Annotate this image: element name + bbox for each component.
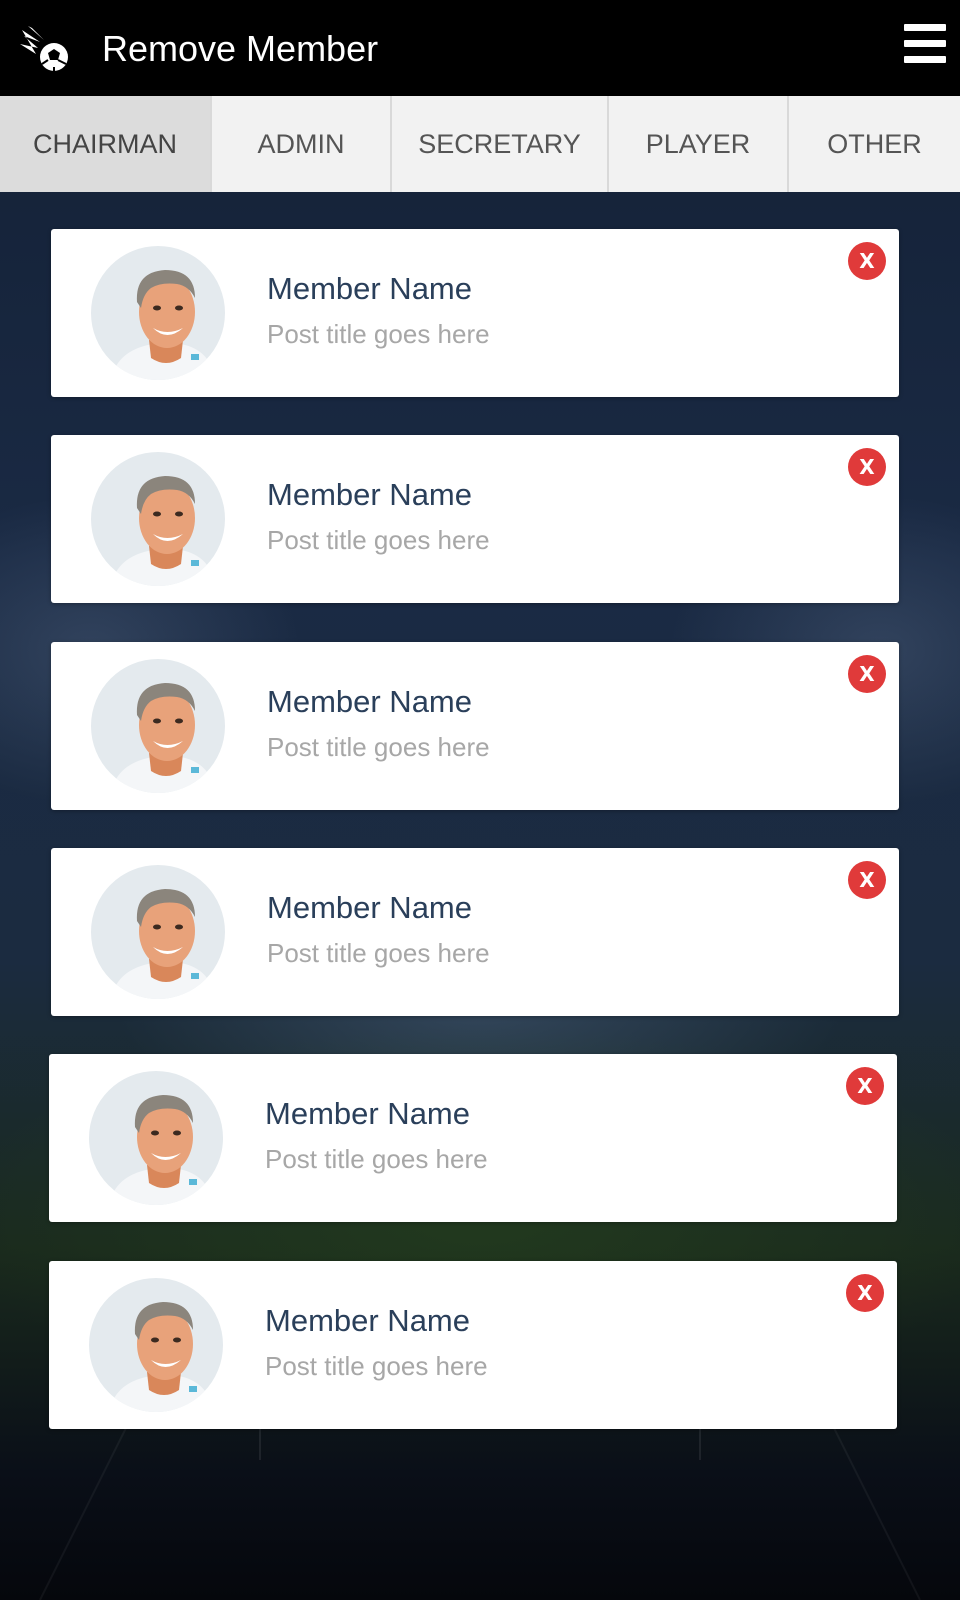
- member-portrait: [91, 659, 225, 793]
- remove-member-button[interactable]: X: [848, 861, 886, 899]
- tab-chairman[interactable]: CHAIRMAN: [0, 96, 212, 192]
- member-card: Member Name Post title goes here X: [49, 1261, 897, 1429]
- member-card: Member Name Post title goes here X: [49, 1054, 897, 1222]
- tab-other[interactable]: OTHER: [789, 96, 960, 192]
- member-name: Member Name: [267, 477, 472, 512]
- member-name: Member Name: [265, 1303, 470, 1338]
- member-portrait: [91, 452, 225, 586]
- remove-member-button[interactable]: X: [846, 1274, 884, 1312]
- remove-member-button[interactable]: X: [848, 655, 886, 693]
- avatar: [89, 1278, 223, 1412]
- avatar: [91, 452, 225, 586]
- remove-member-button[interactable]: X: [846, 1067, 884, 1105]
- avatar: [91, 246, 225, 380]
- member-name: Member Name: [265, 1096, 470, 1131]
- member-portrait: [89, 1071, 223, 1205]
- flaming-soccer-ball-icon: [20, 26, 68, 71]
- tab-player[interactable]: PLAYER: [609, 96, 789, 192]
- page-title: Remove Member: [102, 28, 379, 69]
- member-card: Member Name Post title goes here X: [51, 642, 899, 810]
- app-bar: Remove Member: [0, 0, 960, 96]
- member-post-title: Post title goes here: [267, 938, 490, 968]
- remove-member-button[interactable]: X: [848, 242, 886, 280]
- hamburger-menu-icon[interactable]: [904, 24, 946, 64]
- member-post-title: Post title goes here: [267, 732, 490, 762]
- member-card: Member Name Post title goes here X: [51, 435, 899, 603]
- tab-admin[interactable]: ADMIN: [212, 96, 392, 192]
- member-name: Member Name: [267, 684, 472, 719]
- remove-member-button[interactable]: X: [848, 448, 886, 486]
- member-post-title: Post title goes here: [267, 525, 490, 555]
- tab-secretary[interactable]: SECRETARY: [392, 96, 609, 192]
- member-portrait: [89, 1278, 223, 1412]
- member-portrait: [91, 246, 225, 380]
- role-tabs: CHAIRMAN ADMIN SECRETARY PLAYER OTHER: [0, 96, 960, 192]
- avatar: [91, 865, 225, 999]
- member-post-title: Post title goes here: [265, 1351, 488, 1381]
- member-name: Member Name: [267, 271, 472, 306]
- member-post-title: Post title goes here: [265, 1144, 488, 1174]
- member-name: Member Name: [267, 890, 472, 925]
- avatar: [91, 659, 225, 793]
- member-card: Member Name Post title goes here X: [51, 848, 899, 1016]
- member-card: Member Name Post title goes here X: [51, 229, 899, 397]
- member-portrait: [91, 865, 225, 999]
- member-post-title: Post title goes here: [267, 319, 490, 349]
- avatar: [89, 1071, 223, 1205]
